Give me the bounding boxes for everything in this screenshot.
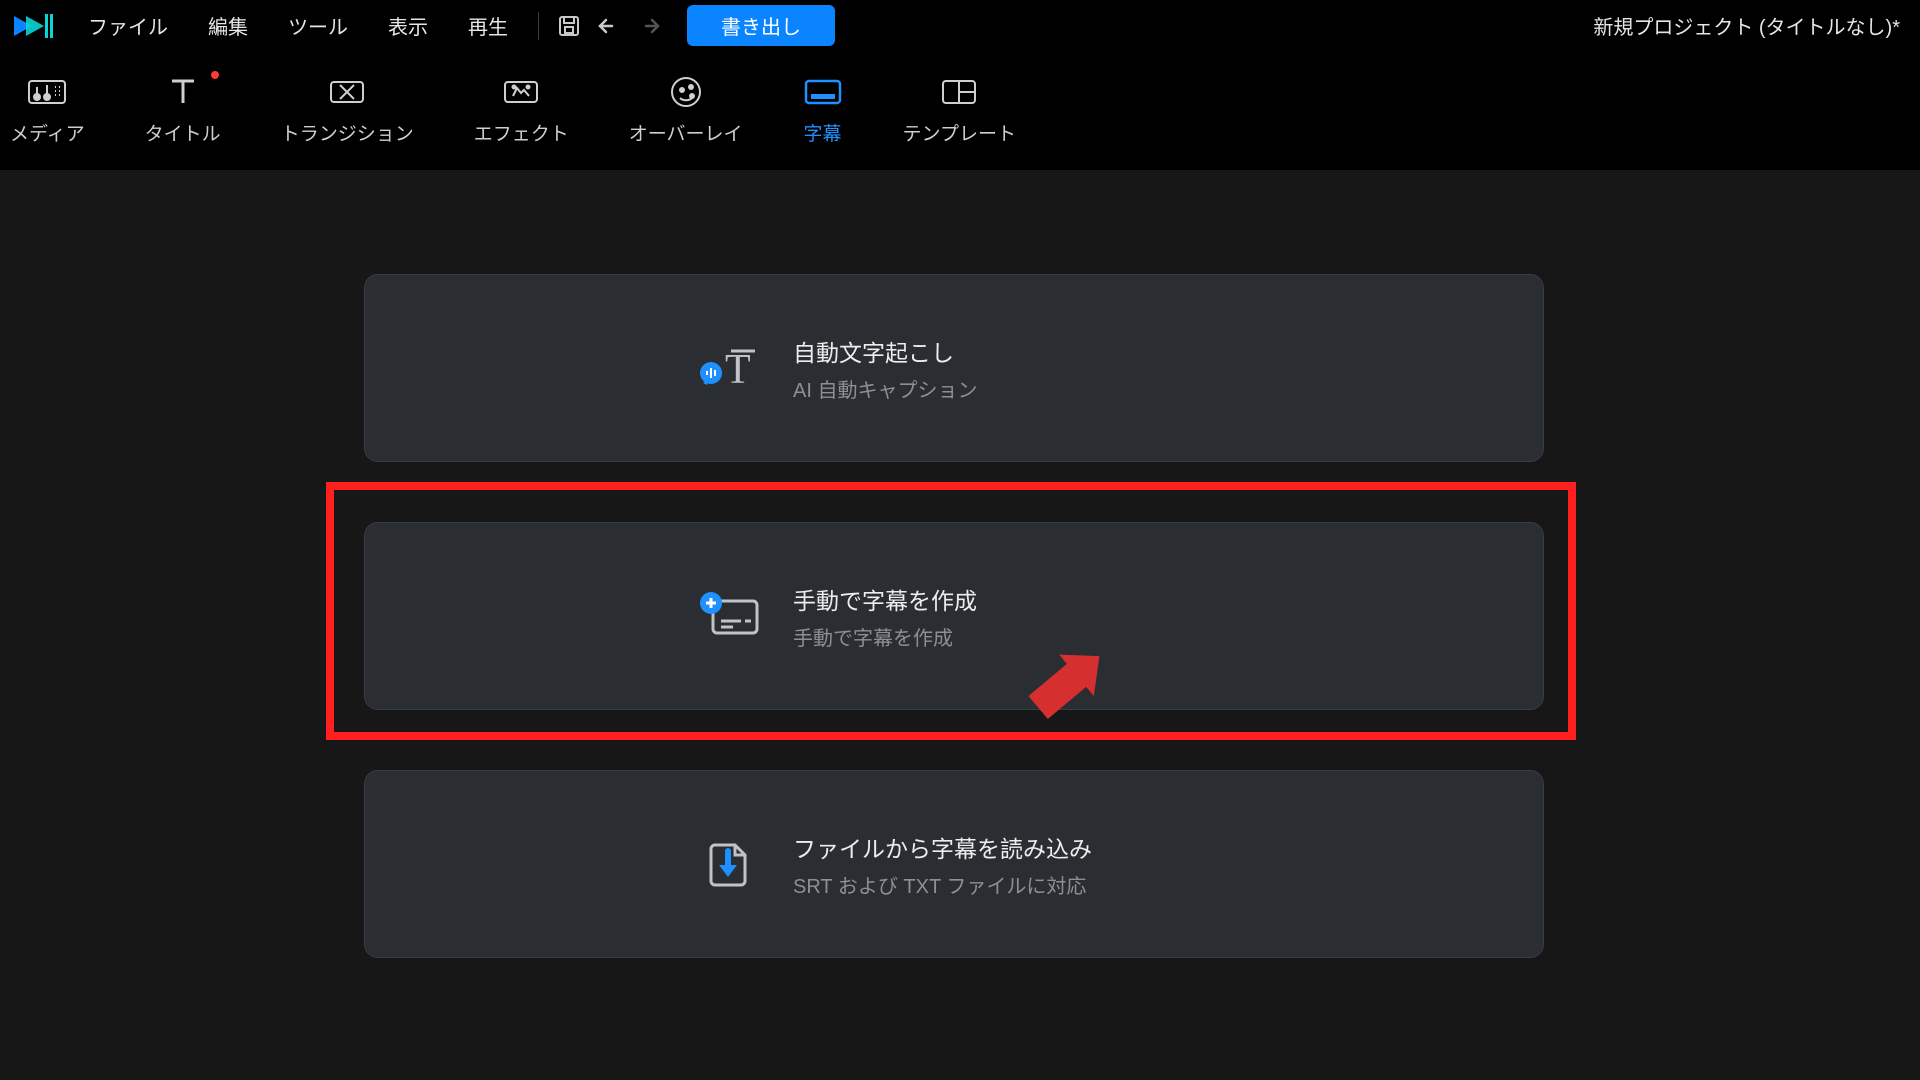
card-subtitle: SRT および TXT ファイルに対応 [793, 870, 1092, 899]
menu-edit[interactable]: 編集 [188, 11, 268, 40]
card-import-subtitle[interactable]: ファイルから字幕を読み込み SRT および TXT ファイルに対応 [364, 770, 1544, 958]
project-title: 新規プロジェクト (タイトルなし)* [1593, 11, 1908, 40]
badge-dot-icon [211, 71, 219, 79]
tab-effect[interactable]: エフェクト [470, 69, 573, 152]
tool-tabs: メディア タイトル トランジション エフェクト オーバーレイ 字幕 [0, 52, 1920, 170]
card-auto-transcribe[interactable]: T 自動文字起こし AI 自動キャプション [364, 274, 1544, 462]
card-title: 自動文字起こし [793, 334, 977, 368]
menu-file[interactable]: ファイル [68, 11, 188, 40]
menu-tools[interactable]: ツール [268, 11, 368, 40]
card-manual-subtitle[interactable]: 手動で字幕を作成 手動で字幕を作成 [364, 522, 1544, 710]
tab-transition[interactable]: トランジション [277, 69, 418, 152]
main-panel: T 自動文字起こし AI 自動キャプション [0, 170, 1920, 1080]
app-logo [12, 10, 54, 42]
tab-subtitle[interactable]: 字幕 [799, 69, 847, 152]
template-icon [939, 75, 979, 109]
redo-icon[interactable] [629, 6, 669, 46]
manual-subtitle-icon [697, 591, 763, 641]
tab-label: タイトル [145, 119, 221, 146]
tab-overlay[interactable]: オーバーレイ [625, 69, 747, 152]
card-title: 手動で字幕を作成 [793, 582, 977, 616]
menu-play[interactable]: 再生 [448, 11, 528, 40]
tab-template[interactable]: テンプレート [899, 69, 1020, 152]
svg-text:T: T [725, 347, 751, 393]
tab-label: テンプレート [903, 119, 1016, 146]
menu-view[interactable]: 表示 [368, 11, 448, 40]
save-icon[interactable] [549, 6, 589, 46]
export-button[interactable]: 書き出し [687, 5, 835, 46]
tab-label: 字幕 [804, 119, 842, 146]
tab-label: エフェクト [474, 119, 569, 146]
media-icon [27, 75, 67, 109]
subtitle-icon [803, 75, 843, 109]
tab-media[interactable]: メディア [6, 69, 89, 152]
transition-icon [327, 75, 367, 109]
tab-label: オーバーレイ [629, 119, 743, 146]
import-subtitle-icon [697, 839, 763, 889]
tab-label: メディア [10, 119, 85, 146]
auto-transcribe-icon: T [697, 343, 763, 393]
effect-icon [501, 75, 541, 109]
undo-icon[interactable] [589, 6, 629, 46]
overlay-icon [666, 75, 706, 109]
card-title: ファイルから字幕を読み込み [793, 830, 1092, 864]
tab-title[interactable]: タイトル [141, 69, 225, 152]
title-icon [163, 75, 203, 109]
card-subtitle: AI 自動キャプション [793, 374, 977, 403]
menubar: ファイル 編集 ツール 表示 再生 書き出し 新規プロジェクト (タイトルなし)… [0, 0, 1920, 52]
card-subtitle: 手動で字幕を作成 [793, 622, 977, 651]
menu-separator [538, 12, 539, 40]
tab-label: トランジション [281, 119, 414, 146]
